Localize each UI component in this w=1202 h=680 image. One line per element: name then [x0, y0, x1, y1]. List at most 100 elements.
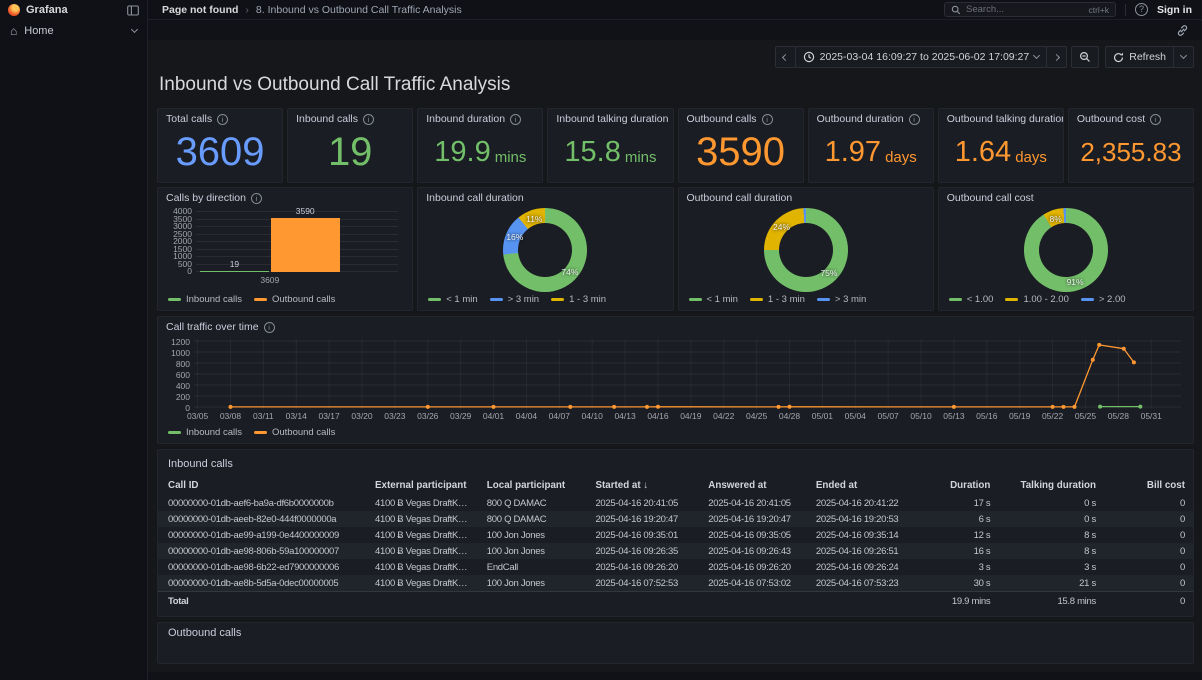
table-cell: 4100 Ƀ Vegas DraftKings — [365, 575, 477, 592]
column-header-duration[interactable]: Duration — [914, 477, 999, 495]
data-point — [612, 405, 616, 409]
sidebar-item-home[interactable]: ⌂ Home — [0, 20, 147, 42]
chevron-right-icon — [1053, 53, 1060, 60]
column-header-answered-at[interactable]: Answered at — [698, 477, 806, 495]
column-header-local-participant[interactable]: Local participant — [477, 477, 586, 495]
time-shift-back-button[interactable] — [775, 46, 796, 68]
home-icon: ⌂ — [10, 25, 17, 37]
zoom-out-icon — [1079, 51, 1091, 63]
chevron-down-icon — [1180, 52, 1187, 59]
panel-title-label: Call traffic over time — [166, 321, 259, 333]
column-header-external-participant[interactable]: External participant — [365, 477, 477, 495]
panel-header: Inbound call duration — [418, 188, 672, 204]
donut-legend: < 1 min > 3 min 1 - 3 min — [428, 294, 606, 305]
table-cell: 2025-04-16 19:20:47 — [698, 511, 806, 527]
legend-label: < 1.00 — [967, 294, 994, 305]
x-tick-label: 04/13 — [614, 411, 635, 421]
table-cell: 100 Jon Jones — [477, 575, 586, 592]
main-area: Page not found › 8. Inbound vs Outbound … — [148, 0, 1202, 680]
search-input[interactable] — [966, 4, 1083, 15]
info-icon[interactable]: i — [1150, 114, 1161, 125]
legend-item-2-00[interactable]: > 2.00 — [1081, 294, 1126, 305]
refresh-interval-dropdown[interactable] — [1173, 47, 1186, 67]
timeseries-legend: Inbound calls Outbound calls — [168, 427, 335, 438]
time-shift-forward-button[interactable] — [1046, 46, 1067, 68]
table-header-row: Call IDExternal participantLocal partici… — [158, 477, 1193, 495]
legend-label: < 1 min — [446, 294, 477, 305]
legend-item-1-3-min[interactable]: 1 - 3 min — [750, 294, 805, 305]
breadcrumb-current-dashboard[interactable]: 8. Inbound vs Outbound Call Traffic Anal… — [256, 4, 462, 16]
data-point — [645, 405, 649, 409]
refresh-button[interactable]: Refresh — [1105, 46, 1194, 68]
info-icon[interactable]: i — [762, 114, 773, 125]
column-header-bill-cost[interactable]: Bill cost — [1104, 477, 1193, 495]
table-cell: 00000000-01db-ae99-a199-0e4400000009 — [158, 527, 365, 543]
panel-header: Outbound durationi — [809, 109, 933, 125]
data-point — [1122, 347, 1126, 351]
legend-item-3-min[interactable]: > 3 min — [490, 294, 539, 305]
x-tick-label: 04/22 — [713, 411, 734, 421]
legend-item-1-3-min[interactable]: 1 - 3 min — [551, 294, 606, 305]
table-row: 00000000-01db-ae8b-5d5a-0dec000000054100… — [158, 575, 1193, 592]
total-cell — [698, 592, 806, 613]
time-range-group: 2025-03-04 16:09:27 to 2025-06-02 17:09:… — [775, 46, 1068, 68]
share-link-icon[interactable] — [1176, 24, 1189, 37]
data-point — [1138, 405, 1142, 409]
legend-item-1-min[interactable]: < 1 min — [428, 294, 477, 305]
legend-item-3-min[interactable]: > 3 min — [817, 294, 866, 305]
table-cell: 8 s — [998, 527, 1104, 543]
slice-label-1-3-min: 24% — [773, 222, 790, 232]
time-toolbar: 2025-03-04 16:09:27 to 2025-06-02 17:09:… — [157, 46, 1194, 68]
info-icon[interactable]: i — [909, 114, 920, 125]
series-line-outbound-calls — [231, 345, 1134, 407]
stat-value: 3609 — [160, 125, 280, 180]
table-cell: 2025-04-16 09:35:14 — [806, 527, 914, 543]
legend-item-1-00-2-00[interactable]: 1.00 - 2.00 — [1005, 294, 1068, 305]
sign-in-button[interactable]: Sign in — [1157, 4, 1192, 16]
help-icon[interactable]: ? — [1135, 3, 1148, 16]
legend-item-inbound-calls[interactable]: Inbound calls — [168, 427, 242, 438]
x-tick-label: 04/16 — [647, 411, 668, 421]
column-header-ended-at[interactable]: Ended at — [806, 477, 914, 495]
legend-item-inbound-calls[interactable]: Inbound calls — [168, 294, 242, 305]
legend-label: Inbound calls — [186, 294, 242, 305]
dock-sidebar-icon[interactable] — [127, 5, 139, 16]
stat-value: 2,355.83 — [1071, 125, 1191, 180]
time-range-picker[interactable]: 2025-03-04 16:09:27 to 2025-06-02 17:09:… — [795, 46, 1048, 68]
breadcrumb-page-not-found[interactable]: Page not found — [162, 4, 238, 16]
info-icon[interactable]: i — [217, 114, 228, 125]
x-tick-label: 05/10 — [910, 411, 931, 421]
panel-title-label: Inbound calls — [158, 454, 1193, 477]
stats-grid: Total callsi3609Inbound callsi19Inbound … — [157, 108, 1194, 183]
table-cell: 0 s — [998, 511, 1104, 527]
timeseries-y-axis: 020040060080010001200 — [166, 339, 190, 409]
slice-label-1-3-min: 11% — [526, 214, 542, 224]
table-cell: 2025-04-16 19:20:53 — [806, 511, 914, 527]
info-icon[interactable]: i — [251, 193, 262, 204]
column-header-talking-duration[interactable]: Talking duration — [998, 477, 1104, 495]
legend-label: Inbound calls — [186, 427, 242, 438]
legend-item-1-00[interactable]: < 1.00 — [949, 294, 994, 305]
table-cell: 0 s — [998, 495, 1104, 511]
info-icon[interactable]: i — [510, 114, 521, 125]
table-cell: 2025-04-16 09:35:05 — [698, 527, 806, 543]
legend-item-1-min[interactable]: < 1 min — [689, 294, 738, 305]
legend-item-outbound-calls[interactable]: Outbound calls — [254, 294, 335, 305]
column-header-started-at[interactable]: Started at ↓ — [585, 477, 698, 495]
legend-item-outbound-calls[interactable]: Outbound calls — [254, 427, 335, 438]
table-cell: 2025-04-16 09:26:20 — [585, 559, 698, 575]
info-icon[interactable]: i — [264, 322, 275, 333]
info-icon[interactable]: i — [363, 114, 374, 125]
bar-legend: Inbound calls Outbound calls — [168, 294, 335, 305]
panel-header: Total callsi — [158, 109, 282, 125]
x-tick-label: 03/20 — [351, 411, 372, 421]
legend-swatch — [750, 298, 763, 302]
table-row: 00000000-01db-aeeb-82e0-444f0000000a4100… — [158, 511, 1193, 527]
bar-x-axis: 3609 — [196, 275, 398, 287]
zoom-out-time-button[interactable] — [1071, 46, 1099, 68]
search-box[interactable]: ctrl+k — [944, 2, 1116, 17]
bar-inbound-calls[interactable] — [200, 271, 269, 273]
bar-outbound-calls[interactable] — [271, 218, 340, 272]
column-header-call-id[interactable]: Call ID — [158, 477, 365, 495]
panel-title-label: Calls by direction — [166, 192, 246, 204]
